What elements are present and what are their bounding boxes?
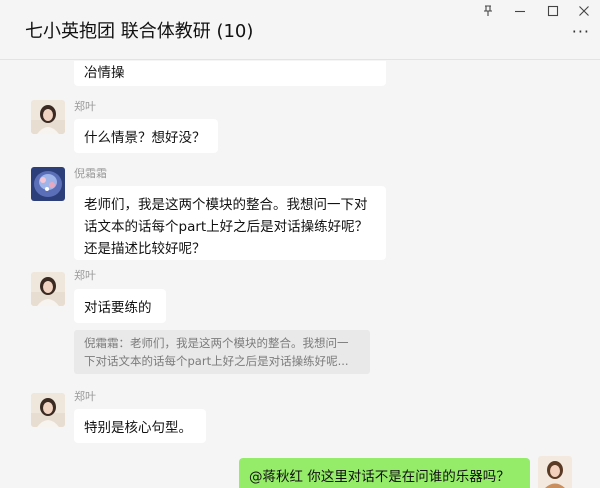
message-text-line: 话文本的话每个part上好之后是对话操练好呢？	[84, 219, 369, 235]
message-bubble[interactable]: 对话要练的	[74, 289, 166, 323]
message-text: 特别是核心句型。	[84, 420, 192, 436]
avatar[interactable]	[31, 167, 65, 201]
avatar[interactable]	[31, 393, 65, 427]
more-options-button[interactable]: ···	[572, 24, 590, 40]
message-text: @蒋秋红 你这里对话不是在问谁的乐器吗？	[249, 469, 510, 485]
chat-title: 七小英抱团 联合体教研 (10)	[25, 21, 254, 42]
message-bubble[interactable]: 老师们，我是这两个模块的整合。我想问一下对 话文本的话每个part上好之后是对话…	[74, 186, 386, 260]
sender-name: 倪霜霜	[74, 167, 107, 180]
maximize-icon[interactable]	[537, 0, 569, 22]
message-text: 冶情操	[84, 65, 125, 81]
sender-name: 郑叶	[74, 390, 96, 403]
quote-text-line: 倪霜霜：老师们，我是这两个模块的整合。我想问一	[84, 336, 349, 350]
message-bubble[interactable]: 特别是核心句型。	[74, 409, 206, 443]
sender-name: 郑叶	[74, 100, 96, 113]
message-bubble[interactable]: 冶情操	[74, 61, 386, 86]
avatar[interactable]	[31, 100, 65, 134]
message-list[interactable]: 冶情操 郑叶 什么情景？想好没？ 倪霜霜 老师们，我是这两个模块的整合。我想问一…	[0, 61, 600, 488]
message-text: 什么情景？想好没？	[84, 130, 206, 146]
chat-titlebar: 七小英抱团 联合体教研 (10) ···	[0, 0, 600, 60]
sender-name: 郑叶	[74, 269, 96, 282]
minimize-icon[interactable]	[504, 0, 536, 22]
message-bubble-self[interactable]: @蒋秋红 你这里对话不是在问谁的乐器吗？	[239, 458, 530, 488]
pin-icon[interactable]	[472, 0, 504, 22]
message-text: 对话要练的	[84, 300, 152, 316]
close-icon[interactable]	[568, 0, 600, 22]
quote-text-line: 下对话文本的话每个part上好之后是对话操练好呢...	[84, 354, 349, 368]
message-text-line: 老师们，我是这两个模块的整合。我想问一下对	[84, 197, 368, 213]
avatar-self[interactable]	[538, 456, 572, 488]
avatar[interactable]	[31, 272, 65, 306]
quoted-message[interactable]: 倪霜霜：老师们，我是这两个模块的整合。我想问一 下对话文本的话每个part上好之…	[74, 330, 370, 374]
message-bubble[interactable]: 什么情景？想好没？	[74, 119, 218, 153]
message-text-line: 还是描述比较好呢？	[84, 241, 206, 257]
